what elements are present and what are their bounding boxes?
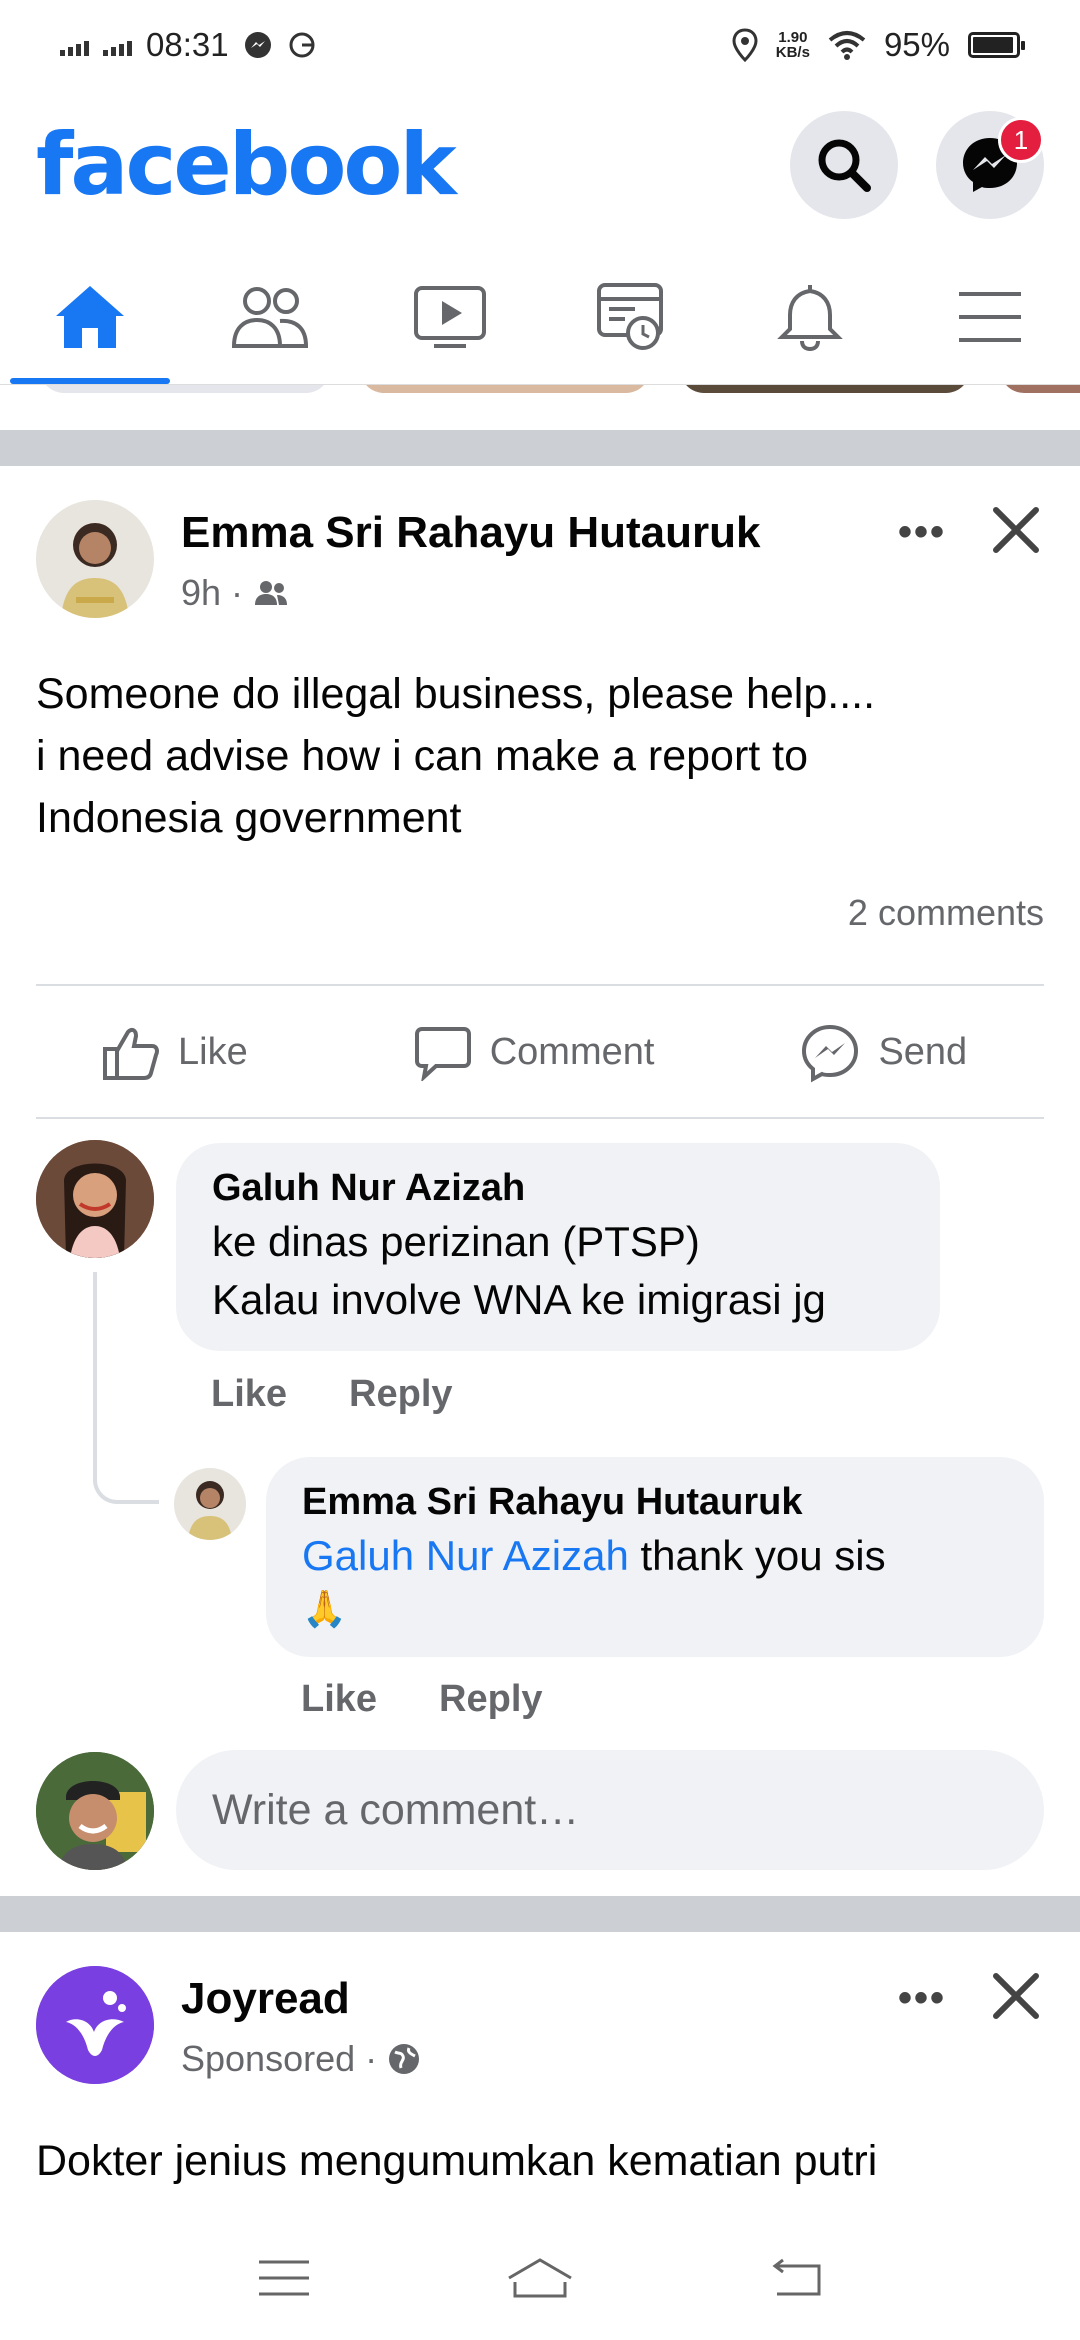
comments-count[interactable]: 2 comments (848, 892, 1044, 934)
reply-bubble: Emma Sri Rahayu Hutauruk Galuh Nur Aziza… (266, 1457, 1044, 1657)
nav-tabs (0, 250, 1080, 385)
post-author-name[interactable]: Emma Sri Rahayu Hutauruk (181, 508, 761, 558)
reply-text: Galuh Nur Azizah thank you sis (302, 1527, 1008, 1585)
back-icon[interactable] (769, 2256, 823, 2300)
sponsored-text: Dokter jenius mengumumkan kematian putri (36, 2137, 878, 2185)
close-icon (993, 1973, 1039, 2019)
menu-icon (959, 292, 1021, 342)
hide-post-button[interactable] (986, 1966, 1046, 2026)
comment-author[interactable]: Galuh Nur Azizah (212, 1163, 904, 1213)
reply-actions: Like Reply (301, 1678, 543, 1721)
tab-home[interactable] (0, 250, 180, 384)
watch-icon (414, 286, 486, 348)
signal-icon (60, 34, 89, 56)
tab-notifications[interactable] (720, 250, 900, 384)
signal-icon (103, 34, 132, 56)
stories-tray (0, 385, 1080, 395)
notification-badge: 1 (998, 117, 1044, 163)
mention-link[interactable]: Galuh Nur Azizah (302, 1532, 629, 1579)
friends-icon (231, 287, 309, 348)
current-user-avatar[interactable] (36, 1752, 154, 1870)
thread-line (93, 1272, 159, 1504)
hide-post-button[interactable] (986, 500, 1046, 560)
comment-text-line: Kalau involve WNA ke imigrasi jg (212, 1276, 826, 1323)
sponsored-post-header: Joyread Sponsored · ••• (36, 1966, 1046, 2096)
tab-memories[interactable] (540, 250, 720, 384)
meta-separator: · (231, 572, 244, 613)
friends-icon (255, 581, 288, 605)
commenter-avatar[interactable] (36, 1140, 154, 1258)
send-label: Send (878, 1031, 968, 1073)
sponsored-label[interactable]: Sponsored (181, 2038, 355, 2080)
facebook-logo[interactable]: facebook (36, 115, 457, 215)
replier-avatar[interactable] (174, 1468, 246, 1540)
comment-actions: Like Reply (211, 1373, 453, 1416)
send-button[interactable]: Send (800, 1023, 967, 1083)
post-text-line: Someone do illegal business, please help… (36, 670, 876, 718)
sponsor-name[interactable]: Joyread (181, 1974, 350, 2024)
reply-reply-button[interactable]: Reply (439, 1678, 542, 1721)
author-avatar[interactable] (36, 500, 154, 618)
bell-icon (777, 285, 843, 352)
net-speed: 1.90 KB/s (775, 29, 810, 61)
comment-like-button[interactable]: Like (211, 1373, 287, 1416)
post-text-line: Indonesia government (36, 794, 462, 842)
like-label: Like (178, 1031, 248, 1073)
reply-emoji: 🙏 (302, 1588, 347, 1629)
joyread-logo-icon (36, 1966, 154, 2084)
messenger-notification-icon (244, 32, 271, 58)
search-button[interactable] (790, 111, 898, 219)
messenger-icon (802, 1024, 859, 1082)
feed-divider (0, 430, 1080, 466)
post-time[interactable]: 9h (181, 572, 221, 614)
messenger-button[interactable]: 1 (936, 111, 1044, 219)
post-header: Emma Sri Rahayu Hutauruk 9h · ••• (36, 500, 1046, 630)
app-header: facebook 1 (0, 90, 1080, 240)
g-icon (289, 32, 315, 58)
feed-divider (0, 1896, 1080, 1932)
comment-icon (414, 1026, 471, 1081)
location-icon (732, 28, 758, 62)
post-meta: 9h · (181, 572, 289, 614)
tab-friends[interactable] (180, 250, 360, 384)
like-icon (103, 1027, 159, 1080)
like-button[interactable]: Like (102, 1024, 248, 1082)
sponsored-meta: Sponsored · (181, 2038, 421, 2080)
home-icon (56, 286, 124, 348)
system-navigation-bar (0, 2215, 1080, 2340)
comment-input[interactable]: Write a comment… (176, 1750, 1044, 1870)
comment-text-line: ke dinas perizinan (PTSP) (212, 1218, 700, 1265)
post-actions: Like Comment Send (36, 1000, 1044, 1105)
more-options-button[interactable]: ••• (898, 1976, 946, 2021)
memories-icon (597, 283, 663, 350)
comment-button[interactable]: Comment (414, 1025, 655, 1081)
post-body: Someone do illegal business, please help… (36, 663, 1046, 849)
joyread-avatar[interactable] (36, 1966, 154, 2084)
clock: 08:31 (146, 26, 229, 63)
tab-menu[interactable] (900, 250, 1080, 384)
reply-text-body: thank you sis (628, 1532, 886, 1579)
battery-percent: 95% (883, 26, 950, 63)
divider (36, 984, 1044, 986)
divider (36, 1117, 1044, 1119)
comment-reply-button[interactable]: Reply (349, 1373, 452, 1416)
reply-author[interactable]: Emma Sri Rahayu Hutauruk (302, 1477, 1008, 1527)
comment-bubble: Galuh Nur Azizah ke dinas perizinan (PTS… (176, 1143, 940, 1351)
more-options-button[interactable]: ••• (898, 510, 946, 555)
post-text-line: i need advise how i can make a report to (36, 732, 809, 780)
wifi-icon (828, 31, 866, 60)
home-nav-icon[interactable] (505, 2256, 575, 2300)
tab-watch[interactable] (360, 250, 540, 384)
comment-label: Comment (489, 1031, 655, 1073)
reply-like-button[interactable]: Like (301, 1678, 377, 1721)
recent-apps-icon[interactable] (257, 2258, 311, 2298)
battery-icon (968, 32, 1025, 58)
globe-icon (389, 2044, 420, 2074)
status-bar: 08:31 1.90 KB/s 95% (0, 0, 1080, 90)
search-icon (818, 139, 871, 192)
close-icon (993, 507, 1039, 553)
meta-separator: · (365, 2038, 378, 2079)
